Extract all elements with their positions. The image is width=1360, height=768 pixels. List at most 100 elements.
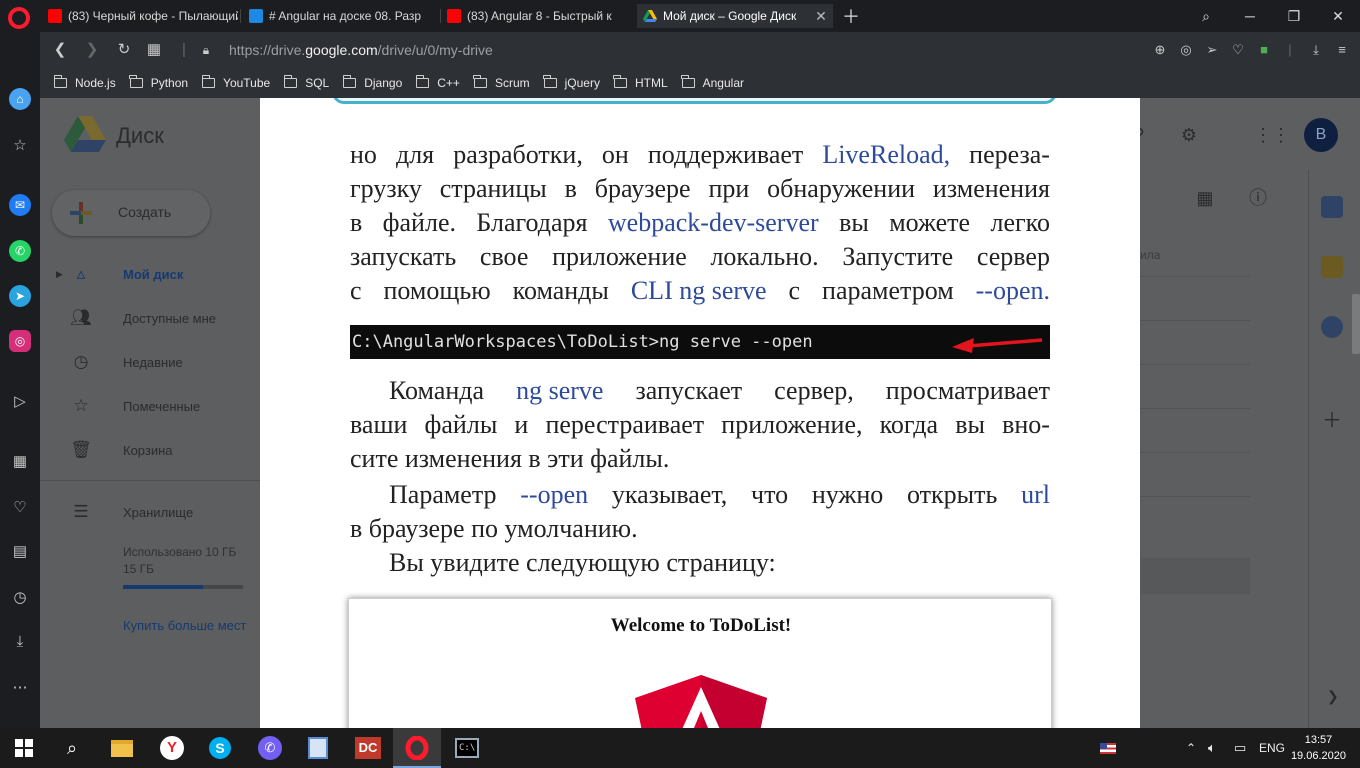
history-icon[interactable]: ◷ [9, 586, 31, 608]
flow-send-icon[interactable]: ▷ [9, 390, 31, 412]
expand-panel-icon[interactable]: ❯ [1327, 688, 1339, 705]
word: браузере [594, 174, 691, 203]
scrollbar-thumb[interactable] [1352, 294, 1360, 354]
viber-icon[interactable]: ✆ [246, 728, 294, 768]
downloads-icon[interactable]: ⤓ [9, 630, 31, 652]
storage-used: Использовано 10 ГБ [123, 545, 237, 559]
word: в [350, 208, 363, 237]
more-icon[interactable]: ⋯ [9, 676, 31, 698]
word: локально. [710, 242, 819, 271]
forward-icon[interactable]: ❯ [82, 40, 102, 60]
selected-file-row[interactable] [1140, 558, 1250, 594]
opera-logo-icon[interactable] [8, 7, 30, 29]
highlighted-term: --open [520, 480, 589, 509]
vpn-cube-icon[interactable]: ■ [1254, 40, 1274, 60]
file-explorer-icon[interactable] [98, 728, 146, 768]
telegram-icon[interactable]: ➤ [9, 285, 31, 307]
bookmark-html[interactable]: HTML [613, 75, 668, 90]
show-hidden-icons[interactable]: ⌃ [1186, 728, 1196, 768]
url-field[interactable]: https://drive.google.com/drive/u/0/my-dr… [229, 42, 493, 58]
menu-icon[interactable]: ≡ [1332, 40, 1352, 60]
grid-view-icon[interactable]: ▦ [1190, 183, 1220, 213]
bookmark-python[interactable]: Python [129, 75, 188, 90]
expand-arrow-icon[interactable]: ▶ [56, 269, 63, 280]
word: когда [879, 410, 939, 439]
bookmark-youtube[interactable]: YouTube [201, 75, 270, 90]
apps-grid-icon[interactable]: ⋮⋮ [1254, 120, 1290, 150]
lock-icon[interactable]: 🔒︎ [196, 40, 216, 60]
instagram-icon[interactable]: ◎ [9, 330, 31, 352]
language-indicator[interactable]: ENG [1259, 728, 1285, 768]
bookmark-label: jQuery [564, 76, 600, 90]
network-icon[interactable]: ▭ [1234, 728, 1246, 768]
heart-icon[interactable]: ♡ [1228, 40, 1248, 60]
skype-icon[interactable]: S [196, 728, 244, 768]
drive-title[interactable]: Диск [116, 123, 164, 149]
bookmark-angular[interactable]: Angular [681, 75, 744, 90]
bookmark-cpp[interactable]: C++ [415, 75, 460, 90]
buy-more-storage-link[interactable]: Купить больше мест [123, 618, 246, 633]
whatsapp-icon[interactable]: ✆ [9, 240, 31, 262]
word: запускает [635, 376, 743, 405]
speed-dial-icon[interactable]: ▦ [144, 40, 164, 60]
info-icon[interactable]: ⓘ [1243, 183, 1273, 213]
snapshot-icon[interactable]: ◎ [1176, 40, 1196, 60]
nav-shared-with-me[interactable]: 👥︎ Доступные мне [40, 300, 262, 336]
tab-angular-8-youtube[interactable]: (83) Angular 8 - Быстрый к [441, 4, 637, 28]
flag-icon[interactable] [1100, 728, 1116, 768]
news-icon[interactable]: ▤ [9, 540, 31, 562]
tab-cherny-kofe[interactable]: (83) Черный кофе - Пылающий [42, 4, 238, 28]
highlighted-term: LiveReload, [822, 140, 951, 169]
nav-trash[interactable]: 🗑︎ Корзина [40, 432, 262, 468]
google-drive-logo-icon[interactable] [64, 116, 106, 152]
opera-taskbar-icon[interactable] [393, 728, 441, 768]
tab-angular-trello[interactable]: # Angular на доске 08. Разр [243, 4, 439, 28]
notepad-app-icon[interactable] [294, 728, 342, 768]
tab-label: # Angular на доске 08. Разр [269, 9, 422, 23]
bookmark-nodejs[interactable]: Node.js [53, 75, 116, 90]
personal-news-icon[interactable]: ☆ [9, 134, 31, 156]
zoom-icon[interactable]: ⊕ [1150, 40, 1170, 60]
tasks-icon[interactable] [1321, 316, 1343, 338]
bookmark-sql[interactable]: SQL [283, 75, 329, 90]
add-addon-icon[interactable]: ＋ [1321, 410, 1343, 432]
bookmark-django[interactable]: Django [342, 75, 403, 90]
avatar[interactable]: В [1304, 118, 1338, 152]
search-icon[interactable]: ⌕ [48, 728, 96, 768]
text-line: в файле. Благодаря webpack-dev-server вы може… [350, 206, 1050, 240]
send-icon[interactable]: ➢ [1202, 40, 1222, 60]
keep-icon[interactable] [1321, 256, 1343, 278]
nav-storage[interactable]: ☰ Хранилище [40, 494, 262, 530]
new-tab-button[interactable]: ＋ [836, 4, 860, 28]
back-icon[interactable]: ❮ [50, 40, 70, 60]
reload-icon[interactable]: ↻ [114, 40, 134, 60]
home-icon[interactable]: ⌂ [9, 88, 31, 110]
search-tabs-icon[interactable]: ⌕ [1184, 0, 1228, 32]
maximize-icon[interactable]: ❐ [1272, 0, 1316, 32]
bookmark-scrum[interactable]: Scrum [473, 75, 530, 90]
nav-recent[interactable]: ◷ Недавние [40, 344, 262, 380]
tab-google-drive[interactable]: Мой диск – Google Диск ✕ [637, 4, 833, 28]
dc-app-icon[interactable]: DC [344, 728, 392, 768]
windows-start-icon[interactable] [0, 728, 48, 768]
settings-gear-icon[interactable]: ⚙ [1174, 120, 1204, 150]
minimize-icon[interactable]: ─ [1228, 0, 1272, 32]
calendar-icon[interactable] [1321, 196, 1343, 218]
command-prompt-icon[interactable]: C:\ [443, 728, 491, 768]
download-icon[interactable]: ⤓ [1306, 40, 1326, 60]
close-window-icon[interactable]: ✕ [1316, 0, 1360, 32]
word: вы [955, 410, 985, 439]
clock[interactable]: 13:57 19.06.2020 [1291, 732, 1346, 764]
messenger-icon[interactable]: ✉ [9, 194, 31, 216]
tab-close-icon[interactable]: ✕ [813, 8, 829, 25]
nav-starred[interactable]: ☆ Помеченные [40, 388, 262, 424]
volume-icon[interactable]: 🔈︎ [1208, 728, 1216, 768]
create-button[interactable]: Создать [52, 190, 210, 236]
bookmark-jquery[interactable]: jQuery [543, 75, 600, 90]
workspaces-icon[interactable]: ▦ [9, 450, 31, 472]
nav-label: Корзина [123, 442, 173, 458]
yandex-browser-icon[interactable]: Y [148, 728, 196, 768]
bookmark-label: Django [364, 76, 403, 90]
nav-my-drive[interactable]: ▶ ▵ Мой диск [40, 256, 262, 292]
bookmarks-heart-icon[interactable]: ♡ [9, 496, 31, 518]
